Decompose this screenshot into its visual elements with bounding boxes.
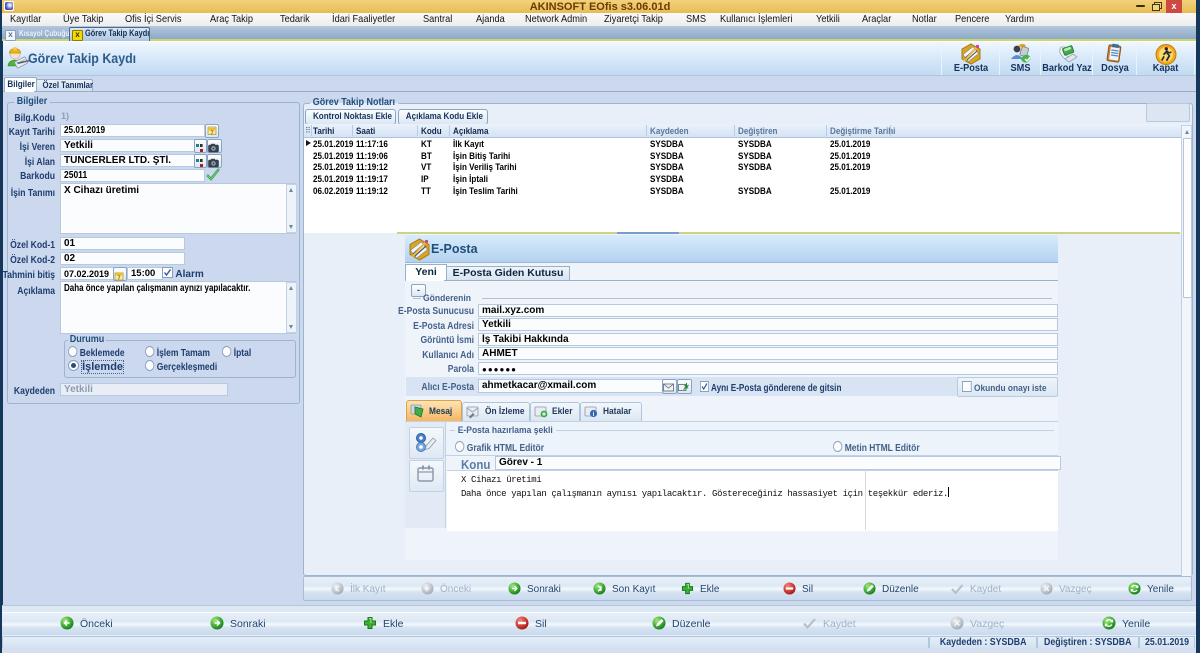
- svg-text:7: 7: [210, 131, 213, 136]
